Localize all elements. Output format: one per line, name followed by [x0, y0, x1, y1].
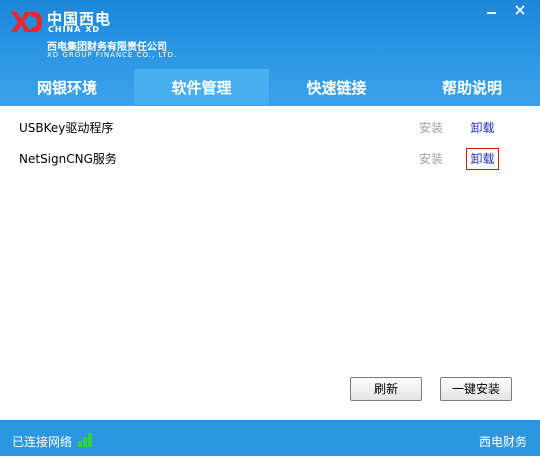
- tab-bar: 网银环境 软件管理 快速链接 帮助说明: [0, 69, 540, 105]
- company-name-english: XD GROUP FINANCE CO., LTD.: [47, 51, 178, 59]
- close-icon: [515, 5, 525, 15]
- refresh-button[interactable]: 刷新: [350, 377, 422, 401]
- minimize-icon: [487, 12, 496, 14]
- software-name: NetSignCNG服务: [19, 152, 117, 166]
- tab-help[interactable]: 帮助说明: [404, 69, 540, 105]
- install-link-disabled: 安装: [419, 121, 444, 135]
- software-row: USBKey驱动程序 安装 卸载: [0, 116, 540, 138]
- tab-quick-links[interactable]: 快速链接: [269, 69, 404, 105]
- uninstall-link[interactable]: 卸载: [466, 117, 499, 139]
- install-link-disabled: 安装: [419, 152, 444, 166]
- software-name: USBKey驱动程序: [19, 121, 114, 135]
- software-row: NetSignCNG服务 安装 卸载: [0, 147, 540, 170]
- connection-status: 已连接网络: [12, 435, 73, 449]
- minimize-button[interactable]: [478, 0, 505, 20]
- signal-strength-icon: [78, 431, 98, 447]
- logo-english-text: CHINA XD: [48, 25, 101, 34]
- close-button[interactable]: [507, 0, 534, 20]
- uninstall-link[interactable]: 卸载: [466, 148, 499, 170]
- xd-logo-icon: [11, 12, 42, 32]
- install-all-button[interactable]: 一键安装: [440, 377, 512, 401]
- company-logo: 中国西电 CHINA XD 西电集团财务有限责任公司 XD GROUP FINA…: [10, 8, 210, 60]
- tab-network-environment[interactable]: 网银环境: [0, 69, 134, 105]
- tab-software-management[interactable]: 软件管理: [134, 69, 269, 105]
- app-header: 中国西电 CHINA XD 西电集团财务有限责任公司 XD GROUP FINA…: [0, 0, 540, 106]
- status-bar: 已连接网络 西电财务: [0, 420, 540, 456]
- brand-label: 西电财务: [478, 435, 527, 449]
- software-list: USBKey驱动程序 安装 卸载 NetSignCNG服务 安装 卸载: [0, 106, 540, 420]
